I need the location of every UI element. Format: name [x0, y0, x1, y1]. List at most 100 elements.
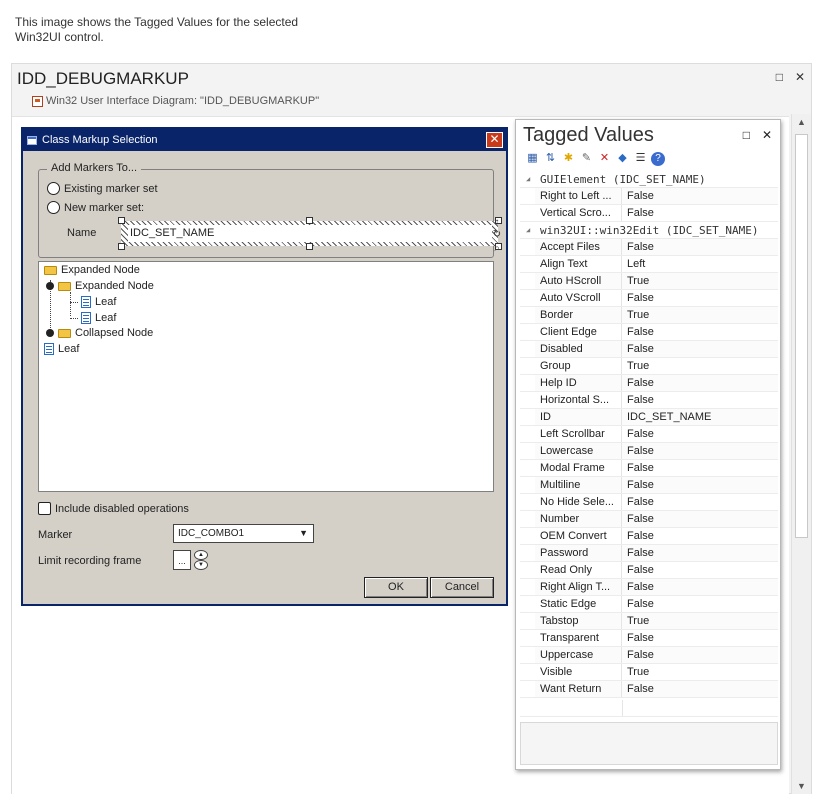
tagged-value-row[interactable]: Disabled False	[520, 341, 778, 358]
cancel-button[interactable]: Cancel	[430, 577, 494, 598]
collapse-triangle-icon[interactable]: ◢	[526, 175, 540, 183]
tagged-value-row[interactable]: Border True	[520, 307, 778, 324]
tree-leaf[interactable]: Leaf	[81, 296, 116, 308]
link-arrow-icon[interactable]: ↑	[490, 217, 504, 229]
scroll-down-icon[interactable]: ▼	[792, 778, 811, 794]
tagged-value-row[interactable]: Auto VScroll False	[520, 290, 778, 307]
resize-handle[interactable]	[306, 243, 313, 250]
delete-icon[interactable]: ✕	[597, 151, 612, 166]
tag-value[interactable]: False	[622, 511, 778, 527]
dropdown-arrow-icon[interactable]: ▼	[299, 525, 308, 542]
category-header[interactable]: ◢ win32UI::win32Edit (IDC_SET_NAME)	[520, 222, 778, 239]
new-tag-icon[interactable]: ✱	[561, 151, 576, 166]
tree-leaf[interactable]: Leaf	[44, 343, 79, 355]
resize-handle[interactable]	[118, 217, 125, 224]
tag-value[interactable]: False	[622, 579, 778, 595]
tag-value[interactable]: False	[622, 477, 778, 493]
tag-value[interactable]: False	[622, 545, 778, 561]
tag-value[interactable]: Left	[622, 256, 778, 272]
tagged-value-row[interactable]: Password False	[520, 545, 778, 562]
tag-value[interactable]: False	[622, 647, 778, 663]
tagged-value-row[interactable]: Want Return False	[520, 681, 778, 698]
tree-node[interactable]: Collapsed Node	[46, 327, 153, 339]
tagged-value-row[interactable]: No Hide Sele... False	[520, 494, 778, 511]
maximize-icon[interactable]: □	[743, 128, 750, 142]
resize-handle[interactable]	[118, 243, 125, 250]
tag-value[interactable]: True	[622, 358, 778, 374]
maximize-icon[interactable]: □	[776, 70, 783, 84]
existing-marker-set-option[interactable]: Existing marker set	[47, 182, 158, 195]
tag-value[interactable]: True	[622, 307, 778, 323]
tag-value[interactable]: False	[622, 460, 778, 476]
tagged-value-row[interactable]: Accept Files False	[520, 239, 778, 256]
tree-node[interactable]: Expanded Node	[46, 280, 154, 292]
tag-value[interactable]: False	[622, 290, 778, 306]
tagged-value-row[interactable]: Lowercase False	[520, 443, 778, 460]
tag-value[interactable]: True	[622, 273, 778, 289]
close-icon[interactable]: ✕	[795, 70, 805, 84]
existing-marker-set-radio[interactable]	[47, 182, 60, 195]
tagged-value-row[interactable]: Align Text Left	[520, 256, 778, 273]
zoom-icon[interactable]: ⌕	[490, 243, 504, 255]
class-markup-selection-dialog[interactable]: Class Markup Selection ✕ Add Markers To.…	[21, 127, 508, 606]
tag-value[interactable]: False	[622, 443, 778, 459]
tagged-value-row[interactable]: Client Edge False	[520, 324, 778, 341]
marker-dropdown[interactable]: IDC_COMBO1 ▼	[173, 524, 314, 543]
tag-value[interactable]: False	[622, 596, 778, 612]
collapse-toggle-icon[interactable]	[46, 329, 54, 337]
tagged-value-row[interactable]: Read Only False	[520, 562, 778, 579]
vertical-scrollbar[interactable]: ▲ ▼	[791, 114, 811, 794]
tag-library-icon[interactable]: ◆	[615, 151, 630, 166]
help-icon[interactable]: ?	[651, 151, 665, 166]
tag-value[interactable]: False	[622, 630, 778, 646]
tagged-value-row[interactable]: Transparent False	[520, 630, 778, 647]
tag-notes-pane[interactable]	[520, 722, 778, 765]
tagged-value-row[interactable]: Vertical Scro... False	[520, 205, 778, 222]
include-disabled-checkbox[interactable]	[38, 502, 51, 515]
tag-value[interactable]: False	[622, 324, 778, 340]
spin-down-icon[interactable]: ▼	[194, 560, 208, 570]
connector-icon[interactable]: ↻	[490, 229, 504, 241]
tag-value[interactable]: True	[622, 664, 778, 680]
tree-view[interactable]: Expanded Node Expanded Node Leaf Leaf Co…	[38, 261, 494, 492]
tagged-value-row[interactable]: Auto HScroll True	[520, 273, 778, 290]
resize-handle[interactable]	[306, 217, 313, 224]
dialog-close-button[interactable]: ✕	[486, 132, 503, 148]
tagged-value-row[interactable]: Visible True	[520, 664, 778, 681]
spin-up-icon[interactable]: ▲	[194, 550, 208, 560]
scrollbar-thumb[interactable]	[795, 134, 808, 538]
expand-toggle-icon[interactable]	[46, 282, 54, 290]
tag-value[interactable]: False	[622, 681, 778, 697]
edit-tag-icon[interactable]: ✎	[579, 151, 594, 166]
new-marker-set-option[interactable]: New marker set:	[47, 201, 144, 214]
tagged-value-row[interactable]: Multiline False	[520, 477, 778, 494]
tagged-value-row[interactable]: Static Edge False	[520, 596, 778, 613]
tagged-value-row[interactable]: Tabstop True	[520, 613, 778, 630]
tagged-value-row[interactable]: Help ID False	[520, 375, 778, 392]
include-disabled-operations-option[interactable]: Include disabled operations	[38, 502, 189, 515]
new-marker-set-radio[interactable]	[47, 201, 60, 214]
tagged-value-row[interactable]: Right to Left ... False	[520, 188, 778, 205]
tag-value[interactable]: False	[622, 205, 778, 221]
tag-value[interactable]: IDC_SET_NAME	[622, 409, 778, 425]
tag-value[interactable]: False	[622, 375, 778, 391]
tagged-value-row[interactable]: Group True	[520, 358, 778, 375]
sort-az-icon[interactable]: ⇅	[543, 151, 558, 166]
tagged-value-row[interactable]: Uppercase False	[520, 647, 778, 664]
limit-browse-button[interactable]: ...	[173, 550, 191, 570]
tag-value[interactable]: False	[622, 239, 778, 255]
tagged-value-row[interactable]: Left Scrollbar False	[520, 426, 778, 443]
name-field[interactable]: IDC_SET_NAME	[128, 225, 492, 242]
tree-leaf[interactable]: Leaf	[81, 312, 116, 324]
category-header[interactable]: ◢ GUIElement (IDC_SET_NAME)	[520, 171, 778, 188]
tagged-values-grid[interactable]: ◢ GUIElement (IDC_SET_NAME) Right to Lef…	[520, 171, 778, 698]
tag-value[interactable]: True	[622, 613, 778, 629]
limit-spinner[interactable]: ▲ ▼	[194, 550, 208, 570]
filter-icon[interactable]: ☰	[633, 151, 648, 166]
close-icon[interactable]: ✕	[762, 128, 772, 142]
collapse-triangle-icon[interactable]: ◢	[526, 226, 540, 234]
tagged-value-row[interactable]: Right Align T... False	[520, 579, 778, 596]
tag-value[interactable]: False	[622, 426, 778, 442]
tagged-value-row[interactable]: OEM Convert False	[520, 528, 778, 545]
tag-value[interactable]: False	[622, 188, 778, 204]
